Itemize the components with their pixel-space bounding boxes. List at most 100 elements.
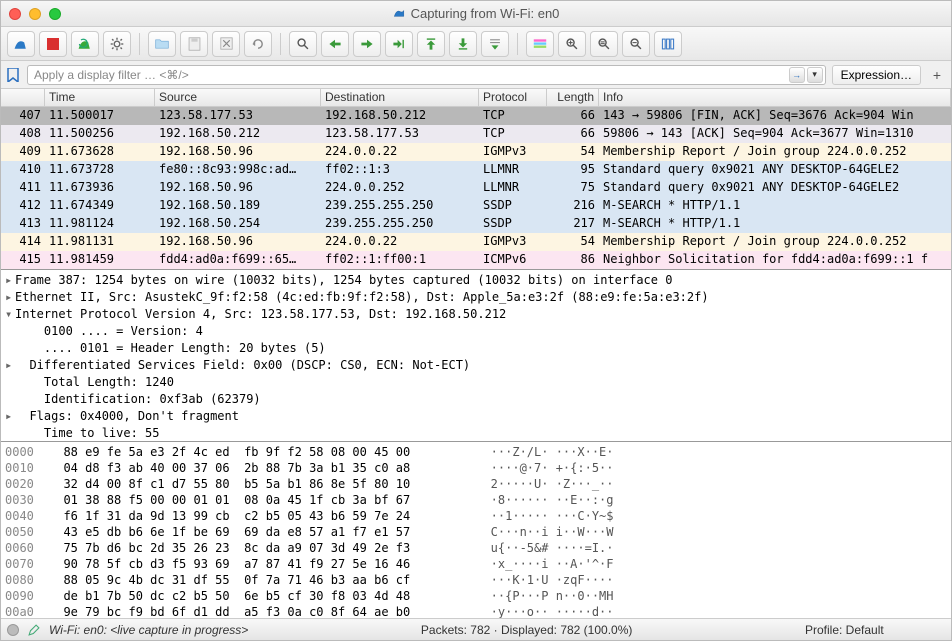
expand-toggle-icon[interactable]: ▸ [5,272,15,289]
tree-line[interactable]: ▸ Differentiated Services Field: 0x00 (D… [3,357,949,374]
packet-row[interactable]: 41411.981131192.168.50.96224.0.0.22IGMPv… [1,233,951,251]
zoom-out-button[interactable] [622,31,650,57]
go-back-button[interactable] [321,31,349,57]
tree-line[interactable]: Total Length: 1240 [3,374,949,391]
capture-options-button[interactable] [103,31,131,57]
tree-line[interactable]: ▸ Flags: 0x4000, Don't fragment [3,408,949,425]
colorize-button[interactable] [526,31,554,57]
cell-time: 11.673936 [45,179,155,197]
edit-pencil-icon[interactable] [27,623,41,637]
hex-line[interactable]: 00a0 9e 79 bc f9 bd 6f d1 dd a5 f3 0a c0… [5,604,947,618]
hex-line[interactable]: 0060 75 7b d6 bc 2d 35 26 23 8c da a9 07… [5,540,947,556]
tree-line[interactable]: Time to live: 55 [3,425,949,442]
resize-columns-button[interactable] [654,31,682,57]
cell-proto: IGMPv3 [479,143,547,161]
display-filter-input[interactable]: Apply a display filter … <⌘/> → ▾ [27,65,826,85]
packet-row[interactable]: 40911.673628192.168.50.96224.0.0.22IGMPv… [1,143,951,161]
go-first-button[interactable] [417,31,445,57]
column-header-info[interactable]: Info [599,89,951,106]
packet-row[interactable]: 41011.673728fe80::8c93:998c:ad…ff02::1:3… [1,161,951,179]
zoom-in-button[interactable] [558,31,586,57]
column-header-dst[interactable]: Destination [321,89,479,106]
expert-info-indicator[interactable] [7,624,19,636]
packet-list-pane[interactable]: Time Source Destination Protocol Length … [1,89,951,270]
hex-line[interactable]: 0020 32 d4 00 8f c1 d7 55 80 b5 5a b1 86… [5,476,947,492]
packet-list-header[interactable]: Time Source Destination Protocol Length … [1,89,951,107]
hex-line[interactable]: 0040 f6 1f 31 da 9d 13 99 cb c2 b5 05 43… [5,508,947,524]
hex-ascii: ··1····· ···C·Y~$ [469,508,614,524]
add-filter-button[interactable]: + [927,67,947,83]
arrow-right-icon [360,38,374,50]
hex-line[interactable]: 0010 04 d8 f3 ab 40 00 37 06 2b 88 7b 3a… [5,460,947,476]
open-file-button[interactable] [148,31,176,57]
tree-line[interactable]: ▾Internet Protocol Version 4, Src: 123.5… [3,306,949,323]
restart-icon [77,36,93,52]
expand-toggle-icon[interactable]: ▸ [5,357,15,374]
packet-row[interactable]: 41311.981124192.168.50.254239.255.255.25… [1,215,951,233]
column-header-no[interactable] [1,89,45,106]
start-capture-button[interactable] [7,31,35,57]
close-window-button[interactable] [9,8,21,20]
filter-apply-button[interactable]: → [789,67,805,83]
expand-toggle-icon[interactable]: ▸ [5,289,15,306]
expand-toggle-icon[interactable]: ▾ [5,306,15,323]
hex-line[interactable]: 0000 88 e9 fe 5a e3 2f 4c ed fb 9f f2 58… [5,444,947,460]
tree-line[interactable]: ▸Frame 387: 1254 bytes on wire (10032 bi… [3,272,949,289]
tree-line[interactable]: ▸Ethernet II, Src: AsustekC_9f:f2:58 (4c… [3,289,949,306]
hex-bytes: 90 78 5f cb d3 f5 93 69 a7 87 41 f9 27 5… [49,556,469,572]
zoom-window-button[interactable] [49,8,61,20]
save-file-button[interactable] [180,31,208,57]
filter-history-dropdown[interactable]: ▾ [807,67,823,83]
packet-row[interactable]: 41211.674349192.168.50.189239.255.255.25… [1,197,951,215]
hex-line[interactable]: 0030 01 38 88 f5 00 00 01 01 08 0a 45 1f… [5,492,947,508]
tree-line[interactable]: Identification: 0xf3ab (62379) [3,391,949,408]
packet-row[interactable]: 41511.981459fdd4:ad0a:f699::65…ff02::1:f… [1,251,951,269]
go-last-button[interactable] [449,31,477,57]
find-packet-button[interactable] [289,31,317,57]
packet-row[interactable]: 40811.500256192.168.50.212123.58.177.53T… [1,125,951,143]
cell-info: M-SEARCH * HTTP/1.1 [599,197,951,215]
filter-expression-button[interactable]: Expression… [832,65,921,85]
hex-line[interactable]: 0070 90 78 5f cb d3 f5 93 69 a7 87 41 f9… [5,556,947,572]
zoom-reset-button[interactable] [590,31,618,57]
packet-row[interactable]: 41111.673936192.168.50.96224.0.0.252LLMN… [1,179,951,197]
hex-ascii: ····@·7· +·{:·5·· [469,460,614,476]
tree-line[interactable]: .... 0101 = Header Length: 20 bytes (5) [3,340,949,357]
cell-no: 412 [1,197,45,215]
cell-src: 192.168.50.96 [155,179,321,197]
hex-ascii: ··{P···P n··0··MH [469,588,614,604]
hex-line[interactable]: 0050 43 e5 db b6 6e 1f be 69 69 da e8 57… [5,524,947,540]
hex-bytes: 75 7b d6 bc 2d 35 26 23 8c da a9 07 3d 4… [49,540,469,556]
cell-len: 54 [547,233,599,251]
hex-line[interactable]: 0080 88 05 9c 4b dc 31 df 55 0f 7a 71 46… [5,572,947,588]
hex-ascii: ·8······ ··E··:·g [469,492,614,508]
arrow-down-bar-icon [457,37,469,51]
tree-spacer [5,425,15,442]
packet-details-pane[interactable]: ▸Frame 387: 1254 bytes on wire (10032 bi… [1,270,951,442]
auto-scroll-button[interactable] [481,31,509,57]
restart-capture-button[interactable] [71,31,99,57]
tree-line[interactable]: 0100 .... = Version: 4 [3,323,949,340]
hex-line[interactable]: 0090 de b1 7b 50 dc c2 b5 50 6e b5 cf 30… [5,588,947,604]
close-file-button[interactable] [212,31,240,57]
column-header-proto[interactable]: Protocol [479,89,547,106]
column-header-src[interactable]: Source [155,89,321,106]
go-to-packet-button[interactable] [385,31,413,57]
reload-file-button[interactable] [244,31,272,57]
column-header-len[interactable]: Length [547,89,599,106]
stop-capture-button[interactable] [39,31,67,57]
expand-toggle-icon[interactable]: ▸ [5,408,15,425]
column-header-time[interactable]: Time [45,89,155,106]
tree-text: .... 0101 = Header Length: 20 bytes (5) [15,341,326,355]
hex-bytes: 9e 79 bc f9 bd 6f d1 dd a5 f3 0a c0 8f 6… [49,604,469,618]
filter-bookmark-icon[interactable] [5,67,21,83]
go-forward-button[interactable] [353,31,381,57]
minimize-window-button[interactable] [29,8,41,20]
cell-no: 415 [1,251,45,269]
cell-info: Membership Report / Join group 224.0.0.2… [599,233,951,251]
packet-row[interactable]: 40711.500017123.58.177.53192.168.50.212T… [1,107,951,125]
packet-bytes-pane[interactable]: 0000 88 e9 fe 5a e3 2f 4c ed fb 9f f2 58… [1,442,951,618]
cell-info: 59806 → 143 [ACK] Seq=904 Ack=3677 Win=1… [599,125,951,143]
cell-info: Standard query 0x9021 ANY DESKTOP-64GELE… [599,161,951,179]
status-profile[interactable]: Profile: Default [805,623,945,637]
